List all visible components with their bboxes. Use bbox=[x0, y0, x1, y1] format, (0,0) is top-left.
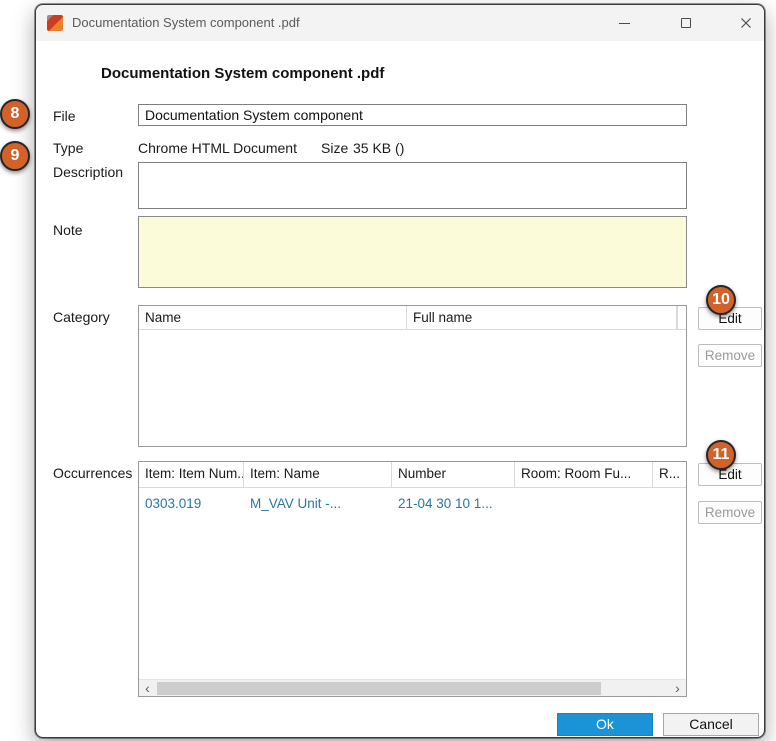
occurrences-column-item-name[interactable]: Item: Name bbox=[244, 462, 392, 487]
size-value: 35 KB () bbox=[353, 140, 404, 156]
cancel-button[interactable]: Cancel bbox=[663, 713, 759, 736]
occurrences-column-number[interactable]: Number bbox=[392, 462, 515, 487]
window-title: Documentation System component .pdf bbox=[72, 5, 300, 41]
occurrences-column-partial[interactable]: R... bbox=[653, 462, 686, 487]
file-input[interactable] bbox=[138, 104, 687, 126]
document-properties-dialog: Documentation System component .pdf Docu… bbox=[35, 4, 765, 738]
occurrences-table-header: Item: Item Num... Item: Name Number Room… bbox=[139, 462, 686, 488]
minimize-button[interactable] bbox=[604, 5, 644, 41]
close-icon bbox=[740, 17, 752, 29]
maximize-icon bbox=[681, 18, 691, 28]
maximize-button[interactable] bbox=[666, 5, 706, 41]
callout-badge-11: 11 bbox=[706, 440, 736, 470]
category-remove-button[interactable]: Remove bbox=[698, 344, 762, 367]
titlebar[interactable]: Documentation System component .pdf bbox=[36, 5, 764, 41]
occurrences-column-room[interactable]: Room: Room Fu... bbox=[515, 462, 653, 487]
occurrence-room bbox=[515, 492, 653, 516]
table-row[interactable]: 0303.019 M_VAV Unit -... 21-04 30 10 1..… bbox=[139, 492, 686, 516]
occurrence-item-number: 0303.019 bbox=[139, 492, 244, 516]
description-label: Description bbox=[53, 164, 123, 180]
screenshot-canvas: Documentation System component .pdf Docu… bbox=[0, 0, 776, 741]
type-label: Type bbox=[53, 140, 83, 156]
dialog-heading: Documentation System component .pdf bbox=[101, 65, 384, 82]
scrollbar-thumb[interactable] bbox=[157, 682, 601, 695]
horizontal-scrollbar[interactable]: ‹ › bbox=[139, 679, 686, 696]
size-label: Size bbox=[321, 140, 348, 156]
callout-badge-10: 10 bbox=[706, 285, 736, 315]
file-label: File bbox=[53, 108, 76, 124]
category-column-fullname[interactable]: Full name bbox=[407, 306, 677, 329]
occurrences-remove-button[interactable]: Remove bbox=[698, 501, 762, 524]
occurrences-table: Item: Item Num... Item: Name Number Room… bbox=[138, 461, 687, 697]
category-label: Category bbox=[53, 309, 110, 325]
callout-badge-9: 9 bbox=[0, 141, 30, 171]
scroll-left-icon[interactable]: ‹ bbox=[139, 680, 156, 696]
description-input[interactable] bbox=[138, 162, 687, 209]
occurrences-label: Occurrences bbox=[53, 465, 132, 481]
occurrence-item-name: M_VAV Unit -... bbox=[244, 492, 392, 516]
pdf-app-icon bbox=[47, 15, 63, 31]
type-value: Chrome HTML Document bbox=[138, 140, 297, 156]
category-column-name[interactable]: Name bbox=[139, 306, 407, 329]
note-label: Note bbox=[53, 222, 83, 238]
note-input[interactable] bbox=[138, 216, 687, 288]
category-column-spacer bbox=[677, 306, 686, 329]
category-table-header: Name Full name bbox=[139, 306, 686, 330]
occurrence-extra bbox=[653, 492, 686, 516]
occurrences-column-item-number[interactable]: Item: Item Num... bbox=[139, 462, 244, 487]
callout-badge-8: 8 bbox=[0, 99, 30, 129]
ok-button[interactable]: Ok bbox=[557, 713, 653, 736]
occurrence-number: 21-04 30 10 1... bbox=[392, 492, 515, 516]
category-table: Name Full name bbox=[138, 305, 687, 447]
close-button[interactable] bbox=[726, 5, 765, 41]
scroll-right-icon[interactable]: › bbox=[669, 680, 686, 696]
minimize-icon bbox=[619, 23, 630, 24]
